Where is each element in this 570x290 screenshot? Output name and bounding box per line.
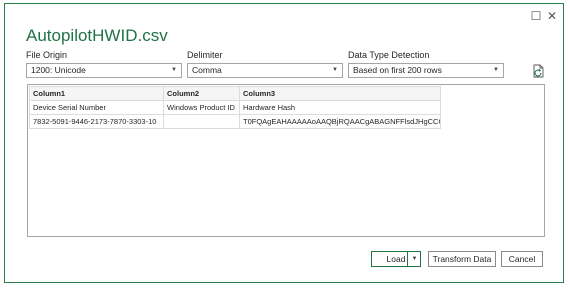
chevron-down-icon: ▼ bbox=[171, 67, 177, 73]
delimiter-label: Delimiter bbox=[187, 50, 223, 60]
table-cell: 7832-5091-9446-2173-7870-3303-10 bbox=[29, 114, 164, 129]
file-origin-value: 1200: Unicode bbox=[31, 65, 86, 75]
refresh-button[interactable] bbox=[531, 64, 545, 78]
table-cell bbox=[163, 114, 240, 129]
transform-data-button[interactable]: Transform Data bbox=[428, 251, 496, 267]
column-header[interactable]: Column2 bbox=[163, 86, 240, 101]
chevron-down-icon: ▼ bbox=[411, 256, 418, 262]
file-origin-label: File Origin bbox=[26, 50, 68, 60]
preview-table: Column1 Column2 Column3 Device Serial Nu… bbox=[29, 86, 441, 129]
import-dialog: ☐ ✕ AutopilotHWID.csv File Origin 1200: … bbox=[4, 3, 564, 283]
delimiter-value: Comma bbox=[192, 65, 222, 75]
detection-value: Based on first 200 rows bbox=[353, 65, 442, 75]
detection-label: Data Type Detection bbox=[348, 50, 430, 60]
detection-select[interactable]: Based on first 200 rows ▼ bbox=[348, 63, 504, 78]
maximize-icon: ☐ bbox=[530, 9, 542, 23]
column-header[interactable]: Column3 bbox=[239, 86, 441, 101]
table-row: 7832-5091-9446-2173-7870-3303-10 T0FQAgE… bbox=[29, 114, 441, 129]
table-cell: Device Serial Number bbox=[29, 100, 164, 115]
delimiter-select[interactable]: Comma ▼ bbox=[187, 63, 343, 78]
data-preview[interactable]: Column1 Column2 Column3 Device Serial Nu… bbox=[27, 84, 545, 237]
table-row: Device Serial Number Windows Product ID … bbox=[29, 100, 441, 115]
load-dropdown-button[interactable]: ▼ bbox=[408, 251, 421, 267]
cancel-button[interactable]: Cancel bbox=[501, 251, 543, 267]
dialog-title: AutopilotHWID.csv bbox=[26, 26, 168, 45]
column-header[interactable]: Column1 bbox=[29, 86, 164, 101]
chevron-down-icon: ▼ bbox=[332, 67, 338, 73]
table-cell: Windows Product ID bbox=[163, 100, 240, 115]
refresh-icon bbox=[533, 64, 544, 78]
file-origin-select[interactable]: 1200: Unicode ▼ bbox=[26, 63, 182, 78]
close-icon: ✕ bbox=[546, 9, 558, 23]
table-cell: T0FQAgEAHAAAAAoAAQBjRQAACgABAGNFFlsdJHgC… bbox=[239, 114, 441, 129]
chevron-down-icon: ▼ bbox=[493, 67, 499, 73]
close-button[interactable]: ✕ bbox=[543, 8, 561, 24]
table-cell: Hardware Hash bbox=[239, 100, 441, 115]
